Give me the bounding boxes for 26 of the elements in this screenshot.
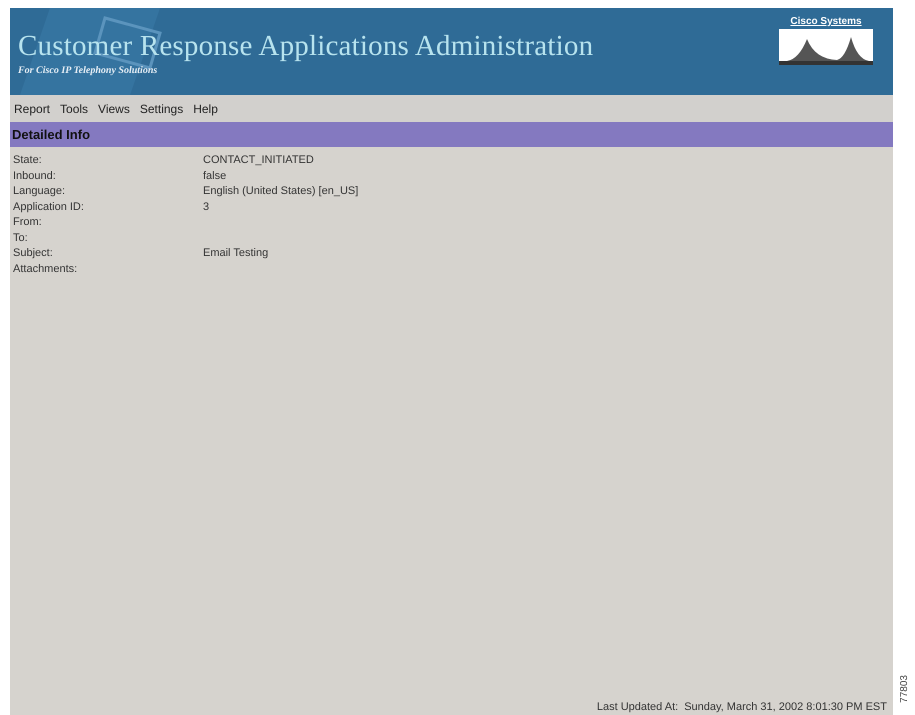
field-label: Subject:: [13, 246, 54, 260]
bridge-logo-icon: [779, 29, 873, 65]
field-value: false: [203, 168, 228, 183]
last-updated-label: Last Updated At:: [596, 701, 678, 713]
field-value: English (United States) [en_US]: [203, 184, 358, 198]
app-title: Customer Response Applications Administration: [18, 30, 594, 63]
logo-text: Cisco Systems: [790, 16, 862, 27]
field-value: Email Testing: [203, 246, 270, 260]
figure-number: 77803: [898, 675, 910, 703]
app-subtitle: For Cisco IP Telephony Solutions: [18, 65, 158, 76]
menu-item[interactable]: Report: [14, 102, 50, 116]
field-label: Language:: [13, 184, 66, 198]
field-value: 3: [203, 200, 210, 214]
field-value: CONTACT_INITIATED: [203, 153, 315, 168]
field-label: Inbound:: [13, 168, 57, 183]
last-updated-value: Sunday, March 31, 2002 8:01:30 PM EST: [684, 701, 887, 713]
menu-item[interactable]: Help: [193, 102, 218, 116]
field-label: To:: [13, 230, 29, 245]
menu-item[interactable]: Views: [98, 102, 130, 116]
field-label: Application ID:: [13, 200, 85, 214]
section-title: Detailed Info: [12, 127, 90, 142]
field-label: From:: [13, 215, 43, 230]
field-label: Attachments:: [13, 262, 78, 276]
menu-item[interactable]: Tools: [60, 102, 88, 116]
menu-item[interactable]: Settings: [140, 102, 184, 116]
field-label: State:: [13, 153, 43, 168]
